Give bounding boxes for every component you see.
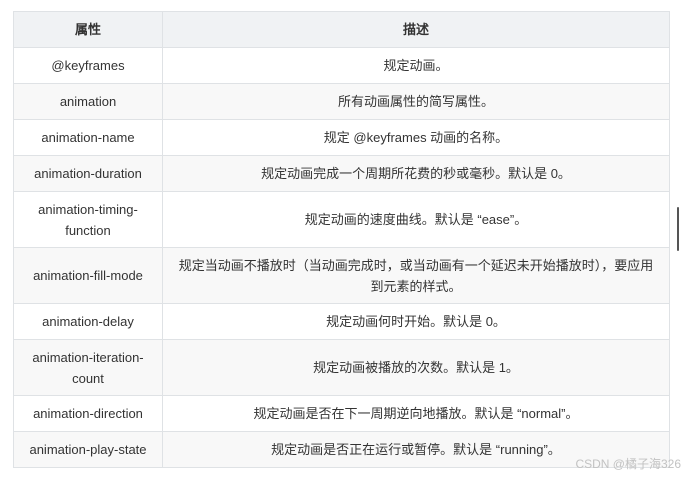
property-cell: @keyframes [13, 47, 163, 84]
property-cell: animation-play-state [13, 431, 163, 468]
property-cell: animation-delay [13, 303, 163, 340]
csdn-watermark: CSDN @橘子海326 [575, 457, 681, 471]
description-cell: 规定动画被播放的次数。默认是 1。 [162, 339, 670, 396]
description-cell: 规定动画完成一个周期所花费的秒或毫秒。默认是 0。 [162, 155, 670, 192]
description-cell: 规定动画何时开始。默认是 0。 [162, 303, 670, 340]
property-cell: animation-timing-function [13, 191, 163, 248]
table-row: animation-timing-function 规定动画的速度曲线。默认是 … [13, 191, 670, 248]
table-row: animation-delay 规定动画何时开始。默认是 0。 [13, 303, 670, 340]
description-cell: 规定动画。 [162, 47, 670, 84]
table-row: @keyframes 规定动画。 [13, 47, 670, 84]
table-row: animation-name 规定 @keyframes 动画的名称。 [13, 119, 670, 156]
description-cell: 规定动画的速度曲线。默认是 “ease”。 [162, 191, 670, 248]
header-property: 属性 [13, 11, 163, 48]
page: 属性 描述 @keyframes 规定动画。 animation 所有动画属性的… [0, 0, 693, 477]
table-row: animation-fill-mode 规定当动画不播放时（当动画完成时，或当动… [13, 247, 670, 304]
property-cell: animation-fill-mode [13, 247, 163, 304]
scrollbar-thumb[interactable] [677, 207, 679, 251]
description-cell: 规定当动画不播放时（当动画完成时，或当动画有一个延迟未开始播放时），要应用到元素… [162, 247, 670, 304]
property-cell: animation-duration [13, 155, 163, 192]
property-cell: animation-iteration-count [13, 339, 163, 396]
property-cell: animation-direction [13, 395, 163, 432]
description-cell: 所有动画属性的简写属性。 [162, 83, 670, 120]
header-description: 描述 [162, 11, 670, 48]
description-cell: 规定动画是否在下一周期逆向地播放。默认是 “normal”。 [162, 395, 670, 432]
table-row: animation-duration 规定动画完成一个周期所花费的秒或毫秒。默认… [13, 155, 670, 192]
table-header-row: 属性 描述 [13, 11, 670, 48]
description-cell: 规定 @keyframes 动画的名称。 [162, 119, 670, 156]
property-cell: animation [13, 83, 163, 120]
table-row: animation 所有动画属性的简写属性。 [13, 83, 670, 120]
css-animation-properties-table: 属性 描述 @keyframes 规定动画。 animation 所有动画属性的… [13, 11, 670, 468]
table-row: animation-play-state 规定动画是否正在运行或暂停。默认是 “… [13, 431, 670, 468]
property-cell: animation-name [13, 119, 163, 156]
table-row: animation-iteration-count 规定动画被播放的次数。默认是… [13, 339, 670, 396]
table-row: animation-direction 规定动画是否在下一周期逆向地播放。默认是… [13, 395, 670, 432]
